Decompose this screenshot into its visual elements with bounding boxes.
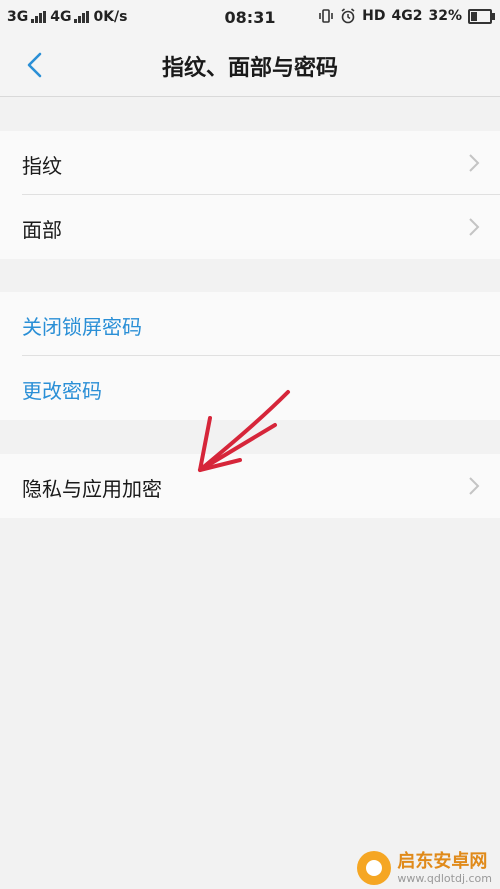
list-item-face[interactable]: 面部 bbox=[0, 195, 500, 259]
list-item-label: 更改密码 bbox=[22, 379, 102, 403]
battery-icon bbox=[468, 8, 495, 24]
watermark-url: www.qdlotdj.com bbox=[397, 871, 492, 885]
watermark: 启东安卓网 www.qdlotdj.com bbox=[357, 851, 492, 885]
list-item-disable-lock-password[interactable]: 关闭锁屏密码 bbox=[0, 292, 500, 356]
watermark-name: 启东安卓网 bbox=[397, 850, 488, 872]
list-item-fingerprint[interactable]: 指纹 bbox=[0, 131, 500, 195]
status-bar: 3G 4G 0K/s 08:31 HD 4G2 32% bbox=[0, 0, 500, 34]
alarm-icon bbox=[341, 8, 355, 24]
password-group: 关闭锁屏密码 更改密码 bbox=[0, 292, 500, 420]
chevron-right-icon bbox=[469, 218, 480, 236]
network-type-3: 4G2 bbox=[391, 8, 423, 24]
hd-indicator: HD bbox=[362, 8, 386, 24]
chevron-right-icon bbox=[469, 477, 480, 495]
battery-percent: 32% bbox=[428, 8, 462, 24]
vibrate-icon bbox=[319, 9, 333, 23]
list-item-label: 关闭锁屏密码 bbox=[22, 315, 142, 339]
list-item-privacy-app-encryption[interactable]: 隐私与应用加密 bbox=[0, 454, 500, 518]
watermark-logo-icon bbox=[357, 851, 392, 885]
list-item-label: 面部 bbox=[22, 218, 62, 242]
list-item-label: 隐私与应用加密 bbox=[22, 477, 162, 501]
title-bar: 指纹、面部与密码 bbox=[0, 34, 500, 97]
list-item-label: 指纹 bbox=[22, 154, 62, 178]
biometric-group: 指纹 面部 bbox=[0, 131, 500, 259]
list-item-change-password[interactable]: 更改密码 bbox=[0, 356, 500, 420]
page-title: 指纹、面部与密码 bbox=[161, 56, 338, 81]
status-right: HD 4G2 32% bbox=[312, 8, 495, 24]
privacy-group: 隐私与应用加密 bbox=[0, 454, 500, 518]
chevron-right-icon bbox=[469, 154, 480, 172]
